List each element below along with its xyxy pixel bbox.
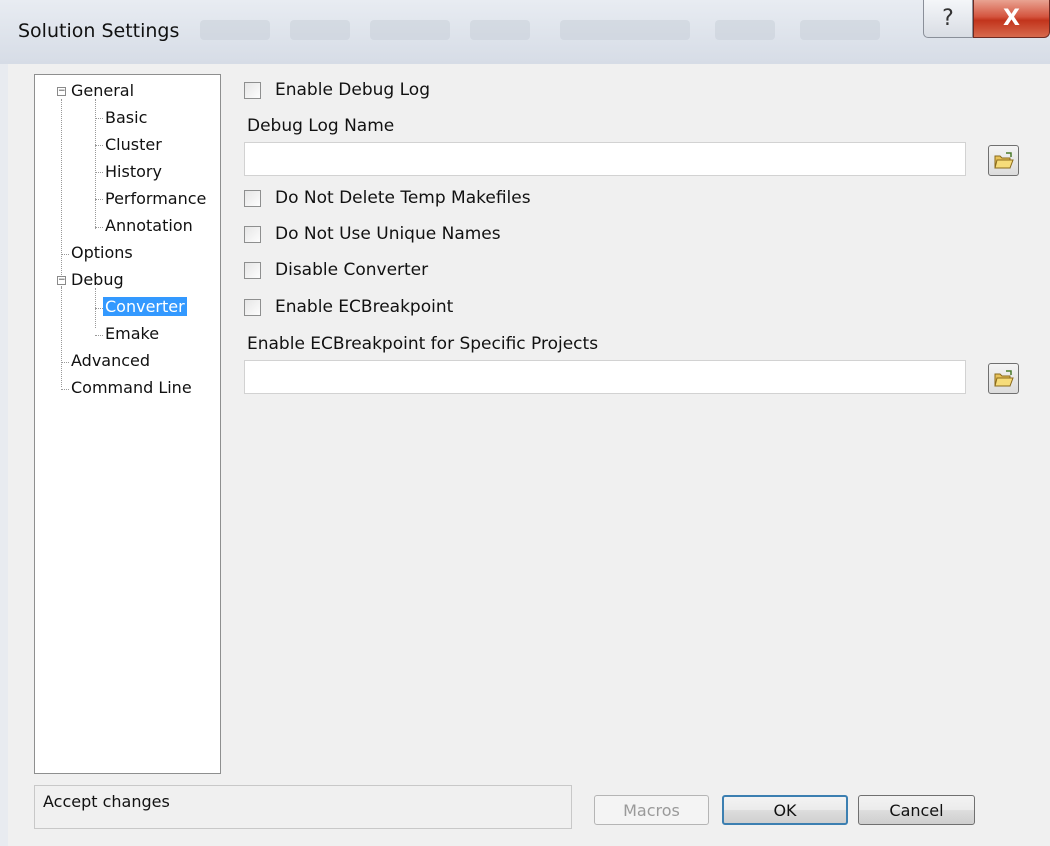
tree-item-annotation[interactable]: Annotation xyxy=(105,216,193,236)
enable-ecbreakpoint-option[interactable]: Enable ECBreakpoint xyxy=(244,295,453,319)
cancel-label: Cancel xyxy=(889,800,944,820)
background-blur xyxy=(800,20,880,40)
tree-item-advanced[interactable]: Advanced xyxy=(71,351,150,371)
help-button[interactable]: ? xyxy=(923,0,973,38)
tree-connector xyxy=(95,172,103,173)
folder-open-icon xyxy=(993,369,1014,386)
help-icon: ? xyxy=(942,6,954,31)
browse-ecbreakpoint-button[interactable] xyxy=(988,363,1019,394)
tree-item-general[interactable]: General xyxy=(71,81,134,101)
disable-converter-option[interactable]: Disable Converter xyxy=(244,258,428,282)
folder-open-icon xyxy=(993,151,1014,168)
window-title: Solution Settings xyxy=(18,20,180,42)
tree-item-command-line[interactable]: Command Line xyxy=(71,378,192,398)
disable-converter-checkbox[interactable] xyxy=(244,261,261,279)
enable-debug-log-checkbox[interactable] xyxy=(244,81,261,99)
background-blur xyxy=(290,20,350,40)
tree-connector xyxy=(61,287,62,387)
do-not-delete-temp-label: Do Not Delete Temp Makefiles xyxy=(275,188,531,208)
debug-settings-panel: Enable Debug Log Debug Log Name Do Not D… xyxy=(236,74,1036,774)
settings-tree[interactable]: − General Basic Cluster History Performa… xyxy=(34,74,221,774)
tree-item-cluster[interactable]: Cluster xyxy=(105,135,162,155)
tree-connector xyxy=(61,389,69,390)
tree-item-performance[interactable]: Performance xyxy=(105,189,206,209)
tree-connector xyxy=(61,254,69,255)
collapse-icon[interactable]: − xyxy=(57,87,66,96)
background-blur xyxy=(370,20,450,40)
ok-button[interactable]: OK xyxy=(722,795,848,825)
tree-connector xyxy=(95,308,103,309)
enable-ecbreakpoint-label: Enable ECBreakpoint xyxy=(275,297,454,317)
tree-connector xyxy=(95,335,103,336)
tree-item-emake[interactable]: Emake xyxy=(105,324,159,344)
background-blur xyxy=(200,20,270,40)
enable-ecbreakpoint-checkbox[interactable] xyxy=(244,298,261,316)
enable-debug-log-label: Enable Debug Log xyxy=(275,80,430,100)
tree-connector xyxy=(61,362,69,363)
title-bar[interactable]: Solution Settings ? X xyxy=(0,0,1050,64)
background-blur xyxy=(715,20,775,40)
do-not-use-unique-option[interactable]: Do Not Use Unique Names xyxy=(244,222,501,246)
window-frame xyxy=(0,64,8,846)
background-blur xyxy=(560,20,690,40)
tree-item-debug[interactable]: Debug xyxy=(71,270,124,290)
macros-button[interactable]: Macros xyxy=(594,795,709,825)
debug-log-name-field[interactable] xyxy=(244,142,966,176)
close-icon: X xyxy=(1003,6,1020,31)
close-button[interactable]: X xyxy=(973,0,1050,38)
tree-connector xyxy=(95,227,103,228)
browse-debug-log-button[interactable] xyxy=(988,145,1019,176)
tree-item-history[interactable]: History xyxy=(105,162,162,182)
ecbreakpoint-projects-field[interactable] xyxy=(244,360,966,394)
status-text: Accept changes xyxy=(43,792,170,811)
tree-connector xyxy=(95,118,103,119)
macros-label: Macros xyxy=(623,800,680,820)
tree-item-options[interactable]: Options xyxy=(71,243,133,263)
do-not-use-unique-checkbox[interactable] xyxy=(244,225,261,243)
collapse-icon[interactable]: − xyxy=(57,276,66,285)
tree-item-converter[interactable]: Converter xyxy=(103,297,187,317)
do-not-delete-temp-checkbox[interactable] xyxy=(244,189,261,207)
status-description: Accept changes xyxy=(34,785,572,829)
enable-debug-log-option[interactable]: Enable Debug Log xyxy=(244,78,430,102)
disable-converter-label: Disable Converter xyxy=(275,260,429,280)
ok-label: OK xyxy=(773,800,797,820)
solution-settings-dialog: Solution Settings ? X − General Basic Cl… xyxy=(0,0,1050,846)
debug-log-name-label: Debug Log Name xyxy=(247,116,395,136)
tree-item-basic[interactable]: Basic xyxy=(105,108,147,128)
ecbreakpoint-projects-label: Enable ECBreakpoint for Specific Project… xyxy=(247,334,599,354)
do-not-use-unique-label: Do Not Use Unique Names xyxy=(275,224,501,244)
tree-connector xyxy=(95,199,103,200)
do-not-delete-temp-option[interactable]: Do Not Delete Temp Makefiles xyxy=(244,186,531,210)
tree-connector xyxy=(95,145,103,146)
cancel-button[interactable]: Cancel xyxy=(858,795,975,825)
background-blur xyxy=(470,20,530,40)
